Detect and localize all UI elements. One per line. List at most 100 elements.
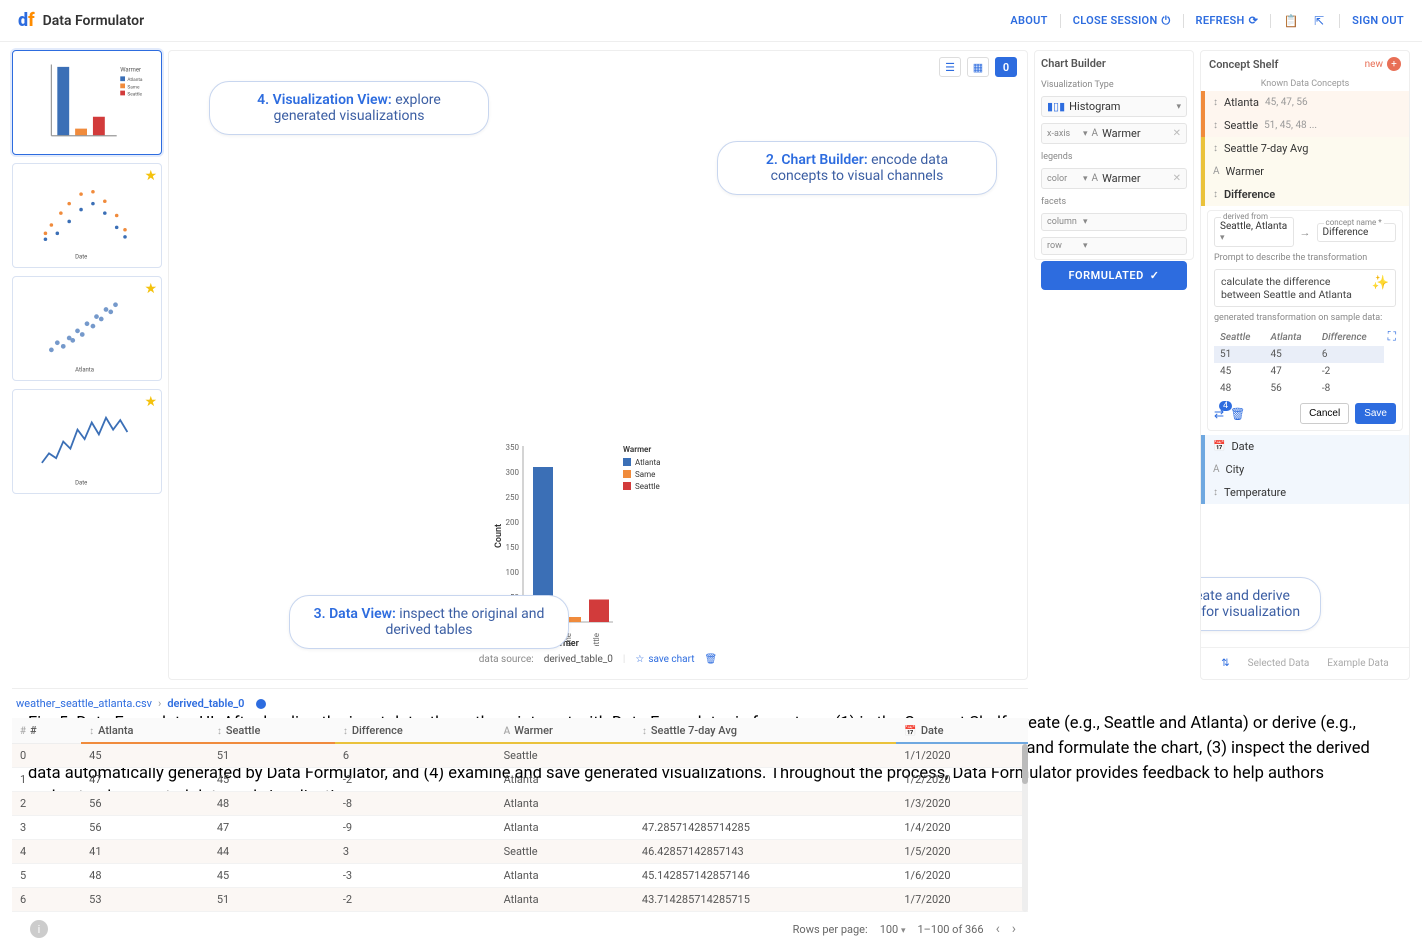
cancel-button[interactable]: Cancel [1300, 403, 1349, 424]
column-encoding[interactable]: column▾ [1041, 213, 1187, 231]
close-session-link[interactable]: CLOSE SESSION ⏻ [1073, 14, 1171, 28]
known-concepts-label: Known Data Concepts [1201, 77, 1409, 91]
concept-seattle[interactable]: ↕ Seattle 51, 45, 48 ... [1201, 114, 1409, 137]
column-header-seattle[interactable]: ↕Seattle [209, 718, 335, 744]
save-chart-link[interactable]: ☆save chart [635, 654, 694, 665]
column-header-avg7[interactable]: ↕Seattle 7-day Avg [634, 718, 896, 744]
cell-atlanta: 45 [81, 744, 209, 768]
clear-icon[interactable]: ✕ [1173, 128, 1181, 139]
sample-row: 4856-8 [1214, 380, 1384, 397]
prompt-input[interactable]: calculate the difference between Seattle… [1214, 269, 1396, 307]
cell-seattle: 51 [209, 744, 335, 768]
row-encoding[interactable]: row▾ [1041, 237, 1187, 255]
data-source-label: data source: [479, 654, 534, 665]
cell-difference: 6 [335, 744, 496, 768]
concept-temperature[interactable]: ↕ Temperature [1201, 481, 1409, 504]
clear-icon[interactable]: ✕ [1173, 173, 1181, 184]
new-concept-button[interactable]: new + [1365, 57, 1401, 71]
shelf-refresh-icon[interactable]: ⇅ [1221, 658, 1229, 669]
column-header-difference[interactable]: ↕Difference [335, 718, 496, 744]
derived-from-field[interactable]: derived from Seattle, Atlanta ▾ [1214, 217, 1294, 247]
table-scrollbar[interactable] [1022, 744, 1028, 912]
cell-difference: -9 [335, 816, 496, 840]
histogram-icon: ▮▯▮ [1047, 100, 1065, 113]
star-icon: ★ [144, 394, 157, 410]
column-header-atlanta[interactable]: ↕Atlanta [81, 718, 209, 744]
rows-per-page-select[interactable]: 100 ▾ [880, 923, 906, 936]
example-data-tab[interactable]: Example Data [1327, 658, 1388, 669]
concept-date[interactable]: 📅 Date [1201, 435, 1409, 458]
column-header-idx[interactable]: ## [12, 718, 81, 744]
breadcrumb-source[interactable]: weather_seattle_atlanta.csv [16, 697, 152, 710]
separator [1060, 14, 1061, 28]
annotation-data-view: 3. Data View: inspect the original and d… [289, 595, 569, 649]
about-link[interactable]: ABOUT [1010, 14, 1047, 27]
line-thumb-icon: Date [17, 394, 157, 489]
cell-idx: 3 [12, 816, 81, 840]
app-title: Data Formulator [43, 13, 144, 29]
cell-date: 1/4/2020 [896, 816, 1028, 840]
viz-thumb-scatter-dual[interactable]: ★ Date [12, 163, 162, 268]
concept-sample-values: 51, 45, 48 ... [1264, 120, 1317, 131]
chevron-down-icon: ▾ [1083, 174, 1088, 184]
breadcrumb-current[interactable]: derived_table_0 [167, 697, 244, 710]
facets-group-label: facets [1041, 197, 1187, 207]
color-encoding[interactable]: color▾ AWarmer ✕ [1041, 168, 1187, 189]
header-actions: ABOUT CLOSE SESSION ⏻ REFRESH ⟳ 📋 ⇱ SIGN… [1010, 13, 1404, 29]
expand-table-icon[interactable]: ⛶ [1388, 329, 1396, 344]
cell-warmer: Atlanta [496, 792, 634, 816]
concept-name: Difference [1224, 188, 1275, 201]
xaxis-encoding[interactable]: x-axis▾ AWarmer ✕ [1041, 123, 1187, 144]
column-header-warmer[interactable]: AWarmer [496, 718, 634, 744]
viz-thumb-scatter[interactable]: ★ Atlanta [12, 276, 162, 381]
selected-data-tab[interactable]: Selected Data [1248, 658, 1310, 669]
concept-warmer[interactable]: A Warmer [1201, 160, 1409, 183]
scatter-dual-thumb-icon: Date [17, 168, 157, 263]
prev-page-button[interactable]: ‹ [996, 921, 1000, 937]
rerun-button[interactable]: ⇄ [1214, 407, 1224, 421]
sample-cell: 45 [1214, 363, 1264, 380]
cell-atlanta: 56 [81, 792, 209, 816]
viz-thumb-bar[interactable]: Warmer Atlanta Same Seattle [12, 50, 162, 155]
chevron-down-icon: ▾ [1083, 241, 1088, 251]
viz-type-select[interactable]: ▮▯▮ Histogram ▾ [1041, 96, 1187, 117]
delete-chart-icon[interactable]: 🗑 [705, 654, 718, 665]
next-page-button[interactable]: › [1012, 921, 1016, 937]
table-row: 25648-8Atlanta1/3/2020 [12, 792, 1028, 816]
cell-seattle: 47 [209, 816, 335, 840]
concept-seattle-7day[interactable]: ↕ Seattle 7-day Avg [1201, 137, 1409, 160]
scatter-thumb-icon: Atlanta [17, 281, 157, 376]
refresh-link[interactable]: REFRESH ⟳ [1196, 14, 1259, 27]
formulated-button[interactable]: FORMULATED ✓ [1041, 261, 1187, 290]
svg-text:Date: Date [75, 479, 87, 486]
cell-warmer: Atlanta [496, 816, 634, 840]
column-header-date[interactable]: 📅Date [896, 718, 1028, 744]
cell-date: 1/1/2020 [896, 744, 1028, 768]
signout-link[interactable]: SIGN OUT [1352, 14, 1404, 27]
info-icon[interactable]: i [30, 920, 48, 938]
save-button[interactable]: Save [1355, 403, 1396, 424]
chart-builder-panel: Chart Builder Visualization Type ▮▯▮ His… [1034, 50, 1194, 260]
number-type-icon: ↕ [1213, 487, 1218, 498]
separator [1270, 14, 1271, 28]
chart-builder-title: Chart Builder [1041, 57, 1187, 70]
delete-concept-icon[interactable]: 🗑 [1230, 407, 1245, 421]
concept-atlanta[interactable]: ↕ Atlanta 45, 47, 56 [1201, 91, 1409, 114]
derived-from-label: derived from [1221, 212, 1270, 221]
text-type-icon: A [1092, 173, 1099, 184]
viz-thumb-line[interactable]: ★ Date [12, 389, 162, 494]
annotation-chart-builder: 2. Chart Builder: encode data concepts t… [717, 141, 997, 195]
separator [1183, 14, 1184, 28]
sample-cell: -8 [1316, 380, 1384, 397]
concept-city[interactable]: A City [1201, 458, 1409, 481]
concept-difference[interactable]: ↕ Difference [1201, 183, 1409, 206]
export-icon[interactable]: ⇱ [1311, 13, 1327, 29]
concept-name-field[interactable]: concept name * Difference [1317, 223, 1397, 242]
concept-shelf-panel: Concept Shelf new + Known Data Concepts … [1200, 50, 1410, 680]
cell-date: 1/3/2020 [896, 792, 1028, 816]
magic-wand-icon[interactable]: ✨ [1372, 275, 1389, 291]
clipboard-icon[interactable]: 📋 [1283, 13, 1299, 29]
svg-text:Seattle: Seattle [127, 91, 142, 97]
sample-header: Seattle [1214, 329, 1264, 346]
logo-icon: df [18, 10, 35, 31]
